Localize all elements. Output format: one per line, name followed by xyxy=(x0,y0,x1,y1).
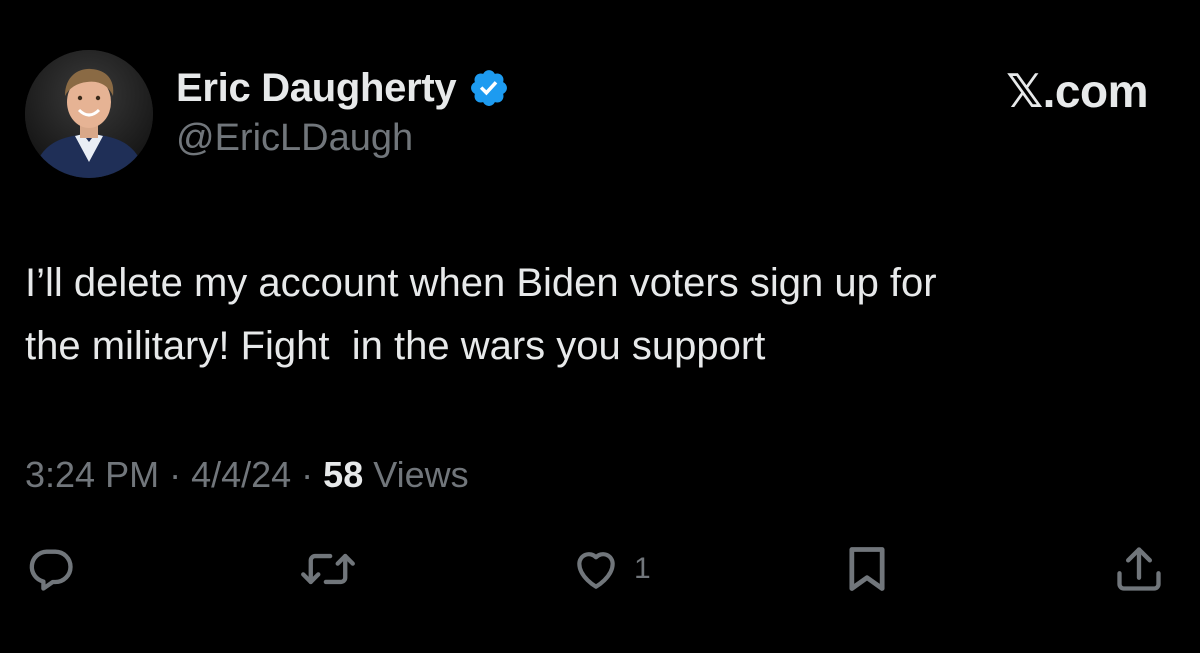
avatar[interactable] xyxy=(25,50,153,178)
author-display-name[interactable]: Eric Daugherty xyxy=(176,66,457,111)
avatar-image xyxy=(25,50,153,178)
bookmark-icon xyxy=(849,547,885,591)
tweet-meta: 3:24 PM · 4/4/24 · 58 Views xyxy=(25,452,469,498)
tweet-text: I’ll delete my account when Biden voters… xyxy=(25,261,937,368)
heart-icon xyxy=(577,552,615,589)
retweet-button[interactable] xyxy=(300,544,368,594)
retweet-icon xyxy=(301,553,355,585)
meta-separator: · xyxy=(301,454,314,495)
share-icon xyxy=(1117,547,1161,591)
reply-button[interactable] xyxy=(25,544,89,594)
author-name-row: Eric Daugherty xyxy=(176,62,510,114)
author-handle[interactable]: @EricLDaugh xyxy=(176,117,413,160)
bookmark-button[interactable] xyxy=(845,544,901,594)
tweet-time[interactable]: 3:24 PM xyxy=(25,454,159,496)
like-count: 1 xyxy=(634,552,651,585)
tweet-date[interactable]: 4/4/24 xyxy=(191,454,291,496)
meta-separator: · xyxy=(169,454,182,495)
views-count: 58 xyxy=(323,454,364,495)
verified-badge-icon xyxy=(468,67,510,109)
brand-logo: 𝕏.com xyxy=(1006,65,1148,117)
reply-icon xyxy=(29,549,73,591)
like-button[interactable]: 1 xyxy=(570,544,651,594)
share-button[interactable] xyxy=(1113,544,1177,594)
views-label: Views xyxy=(373,454,469,495)
